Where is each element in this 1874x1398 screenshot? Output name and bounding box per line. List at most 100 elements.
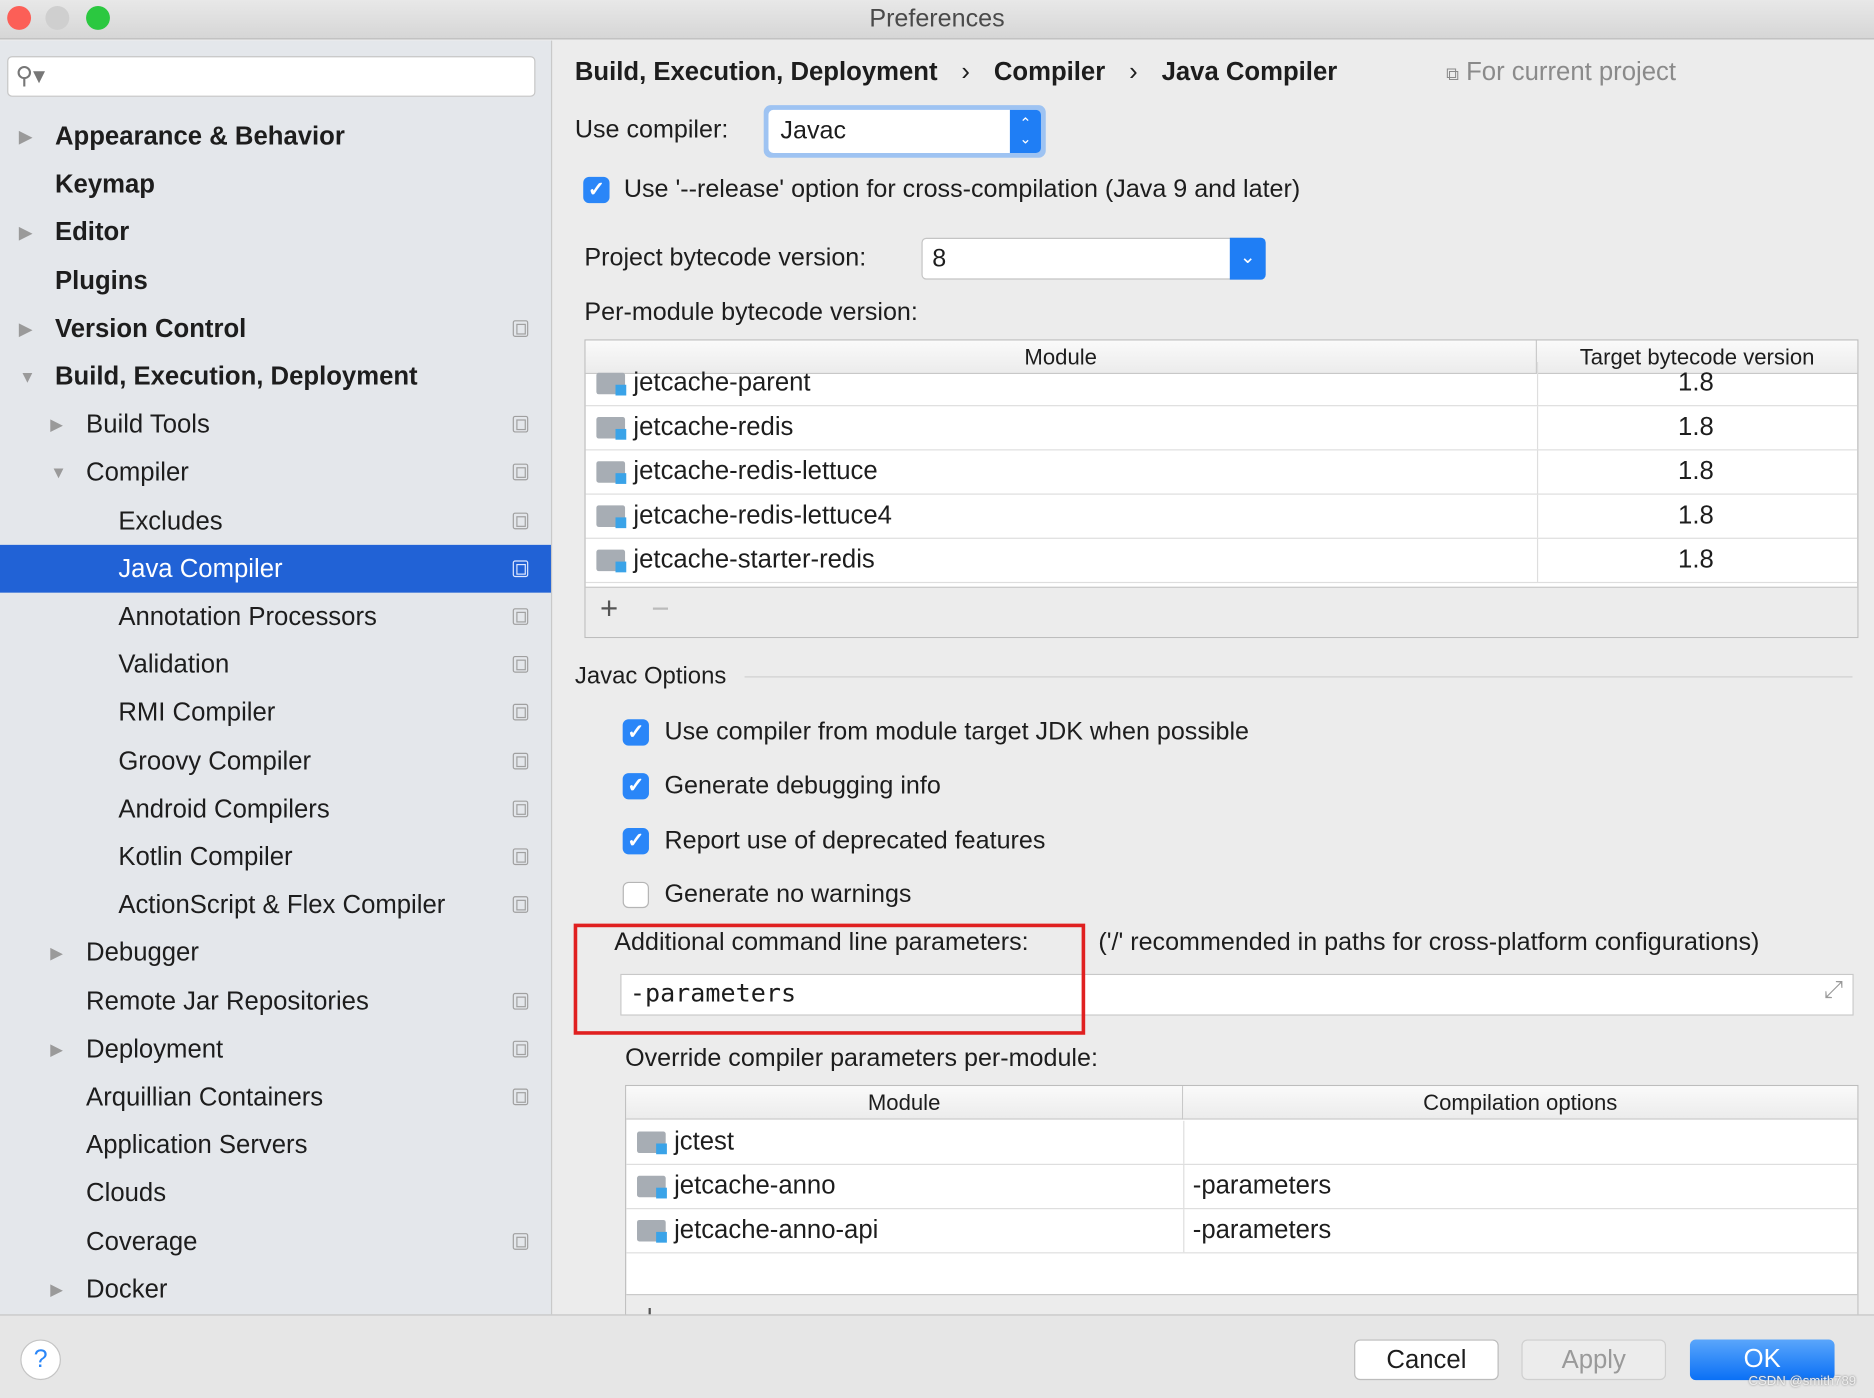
module-folder-icon <box>596 505 627 529</box>
sidebar-item[interactable]: Groovy Compiler <box>0 737 551 785</box>
table-row[interactable]: jetcache-starter-redis 1.8 <box>585 538 1858 584</box>
project-scope-icon <box>512 800 529 818</box>
sidebar-item[interactable]: ▶ Appearance & Behavior <box>0 112 551 160</box>
minimize-window-button[interactable] <box>45 5 70 30</box>
sidebar-item-label: Plugins <box>54 265 148 295</box>
sidebar-item[interactable]: RMI Compiler <box>0 689 551 737</box>
project-scope-icon <box>512 416 529 433</box>
close-window-button[interactable] <box>7 5 32 30</box>
target-version[interactable]: 1.8 <box>1537 539 1855 581</box>
project-scope-icon <box>512 560 529 577</box>
compilation-options[interactable]: -parameters <box>1193 1165 1332 1207</box>
sidebar-item-label: Application Servers <box>86 1130 308 1160</box>
help-button[interactable]: ? <box>20 1339 61 1381</box>
search-icon: ⚲▾ <box>15 63 46 90</box>
sidebar-item[interactable]: Clouds <box>0 1169 551 1217</box>
remove-icon[interactable]: − <box>651 590 669 627</box>
sidebar-item[interactable]: ▼ Compiler <box>0 449 551 497</box>
option-checkbox[interactable]: ✓ <box>622 719 649 746</box>
add-icon[interactable]: + <box>600 590 618 627</box>
sidebar-item[interactable]: Validation <box>0 641 551 689</box>
target-version[interactable]: 1.8 <box>1537 362 1855 404</box>
chevron-right-icon[interactable]: ▶ <box>50 401 63 449</box>
sidebar-item[interactable]: Excludes <box>0 497 551 545</box>
sidebar-item[interactable]: Remote Jar Repositories <box>0 977 551 1025</box>
sidebar: ⚲▾ ▶ Appearance & Behavior Keymap ▶ Editor Pl… <box>0 40 553 1315</box>
table-row[interactable]: jetcache-redis-lettuce4 1.8 <box>585 494 1858 539</box>
chevron-right-icon[interactable]: ▶ <box>19 208 32 256</box>
chevron-down-icon[interactable]: ▼ <box>19 352 36 400</box>
chevron-right-icon[interactable]: ▶ <box>50 1025 63 1073</box>
target-version[interactable]: 1.8 <box>1537 406 1855 448</box>
table-row[interactable]: jetcache-anno-api -parameters <box>626 1209 1858 1254</box>
option-checkbox[interactable]: ✓ <box>622 827 649 854</box>
column-header-options[interactable]: Compilation options <box>1183 1086 1858 1120</box>
table-row[interactable]: jetcache-parent 1.8 <box>585 362 1858 407</box>
sidebar-item[interactable]: ▶ Deployment <box>0 1025 551 1073</box>
sidebar-item-label: Compiler <box>86 458 189 487</box>
sidebar-item[interactable]: ▶ Docker <box>0 1265 551 1313</box>
sidebar-item[interactable]: ▶ Editor <box>0 208 551 256</box>
column-header-module[interactable]: Module <box>626 1086 1184 1120</box>
project-scope-icon <box>512 1088 529 1106</box>
chevron-right-icon[interactable]: ▶ <box>19 304 32 352</box>
target-version[interactable]: 1.8 <box>1537 450 1855 492</box>
sidebar-item-label: Debugger <box>86 938 199 968</box>
option-checkbox[interactable] <box>622 881 649 908</box>
table-row[interactable]: jctest <box>626 1120 1858 1165</box>
sidebar-item-label: Docker <box>86 1274 168 1304</box>
chevron-right-icon[interactable]: ▶ <box>50 929 63 977</box>
target-version[interactable]: 1.8 <box>1537 495 1855 537</box>
sidebar-item[interactable]: Kotlin Compiler <box>0 833 551 881</box>
zoom-window-button[interactable] <box>86 5 110 30</box>
sidebar-item-label: Editor <box>54 217 130 247</box>
sidebar-item[interactable]: ▶ Debugger <box>0 929 551 977</box>
breadcrumb-item: Java Compiler <box>1161 57 1338 87</box>
sidebar-item[interactable]: ▼ Build, Execution, Deployment <box>0 352 551 400</box>
sidebar-item[interactable]: Android Compilers <box>0 785 551 833</box>
compilation-options[interactable]: -parameters <box>1193 1209 1332 1251</box>
sidebar-item[interactable]: Coverage <box>0 1217 551 1265</box>
bytecode-select[interactable]: 8 ⌄ <box>921 237 1266 280</box>
sidebar-item-label: Coverage <box>86 1226 198 1256</box>
project-scope-icon <box>512 512 529 529</box>
table-row[interactable]: jetcache-anno -parameters <box>626 1164 1858 1210</box>
sidebar-item-label: Annotation Processors <box>118 602 377 631</box>
chevron-down-icon[interactable]: ▼ <box>50 449 67 497</box>
project-scope-icon <box>512 704 529 721</box>
copy-icon: ⧉ <box>1446 64 1459 85</box>
sidebar-item-label: Deployment <box>86 1034 224 1064</box>
chevron-right-icon[interactable]: ▶ <box>50 1265 63 1313</box>
option-label: Generate no warnings <box>664 880 912 908</box>
sidebar-item[interactable]: Keymap <box>0 160 551 208</box>
sidebar-item[interactable]: Java Compiler <box>0 544 551 593</box>
release-option-checkbox[interactable]: ✓ <box>583 176 610 204</box>
breadcrumb-item[interactable]: Compiler <box>994 57 1105 86</box>
cancel-button[interactable]: Cancel <box>1354 1339 1499 1381</box>
sidebar-item[interactable]: ActionScript & Flex Compiler <box>0 881 551 929</box>
option-checkbox[interactable]: ✓ <box>622 773 649 800</box>
sidebar-item-label: Appearance & Behavior <box>54 121 345 151</box>
breadcrumb-item[interactable]: Build, Execution, Deployment <box>575 57 938 86</box>
scope-label: ⧉ For current project <box>1446 57 1677 87</box>
module-folder-icon <box>596 417 627 440</box>
release-option-label: Use '--release' option for cross-compila… <box>623 175 1301 204</box>
table-row[interactable]: jetcache-redis 1.8 <box>585 406 1858 451</box>
sidebar-item[interactable]: Arquillian Containers <box>0 1073 551 1121</box>
per-module-label: Per-module bytecode version: <box>584 298 918 327</box>
expand-icon[interactable]: ⤢ <box>1824 977 1843 1004</box>
sidebar-item[interactable]: ▶ Version Control <box>0 304 551 352</box>
table-row[interactable]: jetcache-redis-lettuce 1.8 <box>585 450 1858 495</box>
chevron-right-icon[interactable]: ▶ <box>19 112 32 160</box>
search-input[interactable]: ⚲▾ <box>7 56 536 97</box>
additional-params-hint: ('/' recommended in paths for cross-plat… <box>1098 928 1760 956</box>
compiler-select[interactable]: Javac ⌃ ⌄ <box>763 105 1046 158</box>
apply-button[interactable]: Apply <box>1521 1339 1667 1381</box>
sidebar-item[interactable]: Plugins <box>0 256 551 304</box>
override-label: Override compiler parameters per-module: <box>625 1044 1098 1072</box>
sidebar-item[interactable]: Annotation Processors <box>0 593 551 641</box>
sidebar-item[interactable]: ▶ Build Tools <box>0 401 551 449</box>
module-name: jetcache-starter-redis <box>633 544 875 574</box>
sidebar-item-label: Validation <box>118 650 230 679</box>
sidebar-item[interactable]: Application Servers <box>0 1121 551 1169</box>
